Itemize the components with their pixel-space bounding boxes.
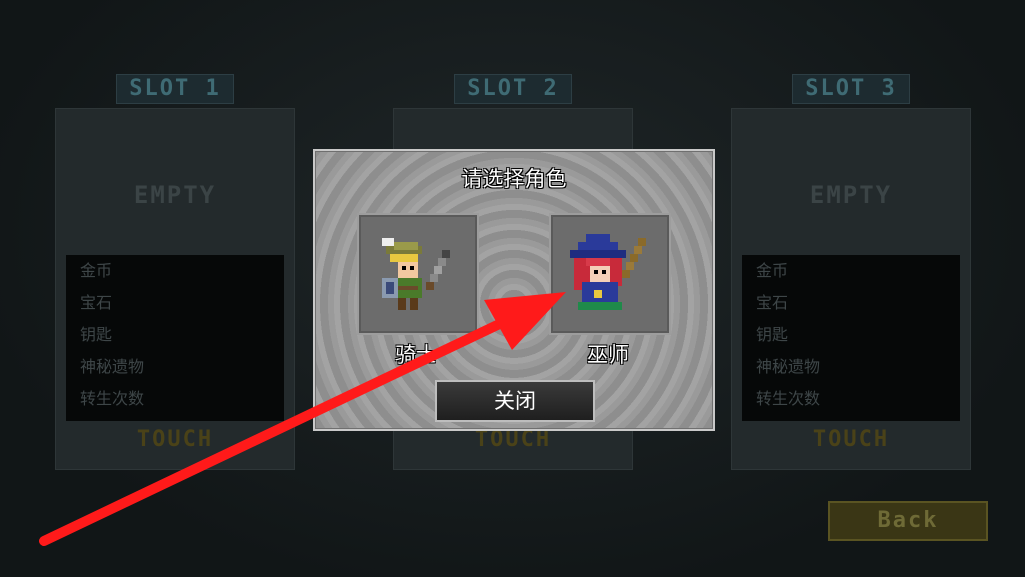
slot-1-rebirth-label: 转生次数 bbox=[80, 389, 145, 408]
slot-3-key-label: 钥匙 bbox=[756, 325, 789, 344]
back-button[interactable]: Back bbox=[828, 501, 988, 541]
slot-3-card[interactable]: EMPTY 金币 宝石 钥匙 神秘遗物 转生次数 TOUCH bbox=[731, 108, 971, 470]
wizard-option[interactable] bbox=[549, 213, 671, 335]
knight-sprite-icon bbox=[382, 238, 450, 310]
knight-label: 骑士 bbox=[395, 343, 437, 367]
wizard-label: 巫师 bbox=[587, 343, 629, 367]
slot-3-tab: SLOT 3 bbox=[792, 74, 910, 104]
slot-1-key-label: 钥匙 bbox=[80, 325, 113, 344]
character-select-dialog: 请选择角色 骑士 巫师 关闭 bbox=[313, 149, 715, 431]
slot-1-relic-label: 神秘遗物 bbox=[80, 357, 145, 376]
slot-2-tab: SLOT 2 bbox=[454, 74, 572, 104]
slot-3-touch[interactable]: TOUCH bbox=[732, 427, 970, 452]
slot-3-relic-label: 神秘遗物 bbox=[756, 357, 821, 376]
slot-1-gem-label: 宝石 bbox=[80, 293, 113, 312]
slot-3-info: 金币 宝石 钥匙 神秘遗物 转生次数 bbox=[742, 255, 960, 421]
slot-1-tab: SLOT 1 bbox=[116, 74, 234, 104]
slot-1-card[interactable]: EMPTY 金币 宝石 钥匙 神秘遗物 转生次数 TOUCH bbox=[55, 108, 295, 470]
knight-option[interactable] bbox=[357, 213, 479, 335]
slot-3-gem-label: 宝石 bbox=[756, 293, 789, 312]
slot-1-info: 金币 宝石 钥匙 神秘遗物 转生次数 bbox=[66, 255, 284, 421]
slot-1-gold-label: 金币 bbox=[80, 261, 113, 280]
slot-3-rebirth-label: 转生次数 bbox=[756, 389, 821, 408]
slot-3-status: EMPTY bbox=[809, 181, 893, 209]
dialog-title: 请选择角色 bbox=[461, 167, 567, 191]
slot-1-touch[interactable]: TOUCH bbox=[56, 427, 294, 452]
slot-3-gold-label: 金币 bbox=[756, 261, 789, 280]
close-button[interactable]: 关闭 bbox=[435, 380, 595, 422]
slot-1-status: EMPTY bbox=[133, 181, 217, 209]
wizard-sprite-icon bbox=[570, 234, 646, 310]
